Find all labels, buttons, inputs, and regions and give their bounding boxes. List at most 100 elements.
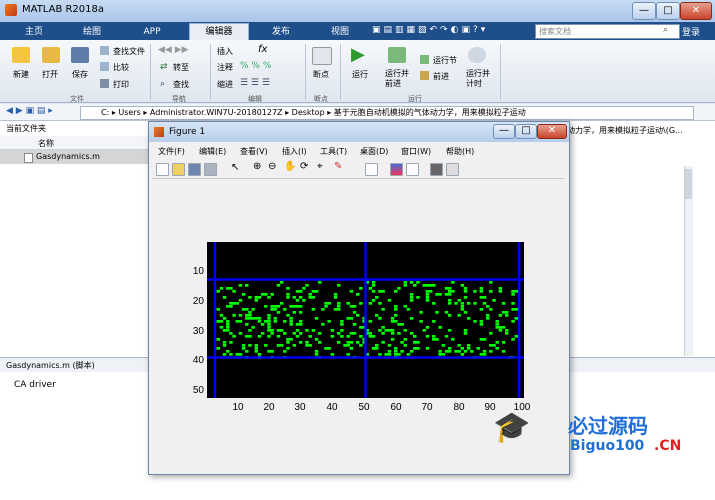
path-seg-users[interactable]: Users bbox=[118, 108, 140, 117]
particle-cell bbox=[504, 329, 509, 332]
figure-minimize-button[interactable]: — bbox=[493, 124, 515, 139]
particle-cell bbox=[302, 287, 306, 290]
nav-back-forward-icon[interactable]: ◀ ▶ ▣ ▤ ▸ bbox=[6, 106, 53, 116]
data-cursor-icon[interactable]: ⌖ bbox=[317, 161, 323, 172]
particle-cell bbox=[216, 320, 220, 323]
legend-icon[interactable] bbox=[406, 163, 419, 176]
search-icon[interactable]: ⌕ bbox=[663, 25, 668, 35]
scrollbar-thumb[interactable] bbox=[685, 169, 692, 199]
path-seg-drive[interactable]: C: bbox=[101, 108, 109, 117]
path-seg-desktop[interactable]: Desktop bbox=[292, 108, 325, 117]
breakpoints-button[interactable]: 断点 bbox=[313, 69, 329, 80]
menu-edit[interactable]: 编辑(E) bbox=[199, 146, 226, 157]
save-button[interactable]: 保存 bbox=[72, 69, 88, 80]
comment-button[interactable]: 注释 bbox=[217, 62, 233, 73]
compare-button[interactable]: 比较 bbox=[113, 62, 129, 73]
run-advance-icon[interactable] bbox=[388, 47, 406, 63]
hide-plot-tools-icon[interactable] bbox=[430, 163, 443, 176]
new-icon[interactable] bbox=[12, 47, 30, 63]
particle-cell bbox=[267, 350, 271, 353]
advance-button[interactable]: 前进 bbox=[433, 71, 449, 82]
file-name[interactable]: Gasdynamics.m bbox=[36, 152, 100, 161]
find-button[interactable]: 查找 bbox=[173, 79, 189, 90]
particle-cell bbox=[257, 317, 262, 320]
menu-help[interactable]: 帮助(H) bbox=[446, 146, 474, 157]
rotate-icon[interactable]: ⟳ bbox=[300, 161, 308, 172]
figure-close-button[interactable]: ✕ bbox=[537, 124, 567, 139]
name-column-header[interactable]: 名称 bbox=[38, 138, 54, 149]
figure-maximize-button[interactable]: □ bbox=[515, 124, 537, 139]
open-folder-icon[interactable] bbox=[42, 47, 60, 63]
pan-icon[interactable]: ✋ bbox=[284, 161, 296, 172]
menu-window[interactable]: 窗口(W) bbox=[401, 146, 431, 157]
minimize-button[interactable]: — bbox=[632, 2, 656, 20]
particle-cell bbox=[298, 311, 303, 314]
menu-insert[interactable]: 插入(I) bbox=[282, 146, 307, 157]
show-plot-tools-icon[interactable] bbox=[446, 163, 459, 176]
indent-button[interactable]: 缩进 bbox=[217, 79, 233, 90]
indent-icons[interactable]: ☰ ☰ ☰ bbox=[240, 78, 270, 88]
nav-arrows-icon[interactable]: ◀◀ ▶▶ bbox=[158, 45, 189, 55]
login-link[interactable]: 登录 bbox=[682, 25, 700, 38]
close-button[interactable]: ✕ bbox=[680, 2, 712, 20]
save-figure-icon[interactable] bbox=[188, 163, 201, 176]
tab-editor[interactable]: 编辑器 bbox=[189, 23, 249, 41]
pointer-icon[interactable]: ↖ bbox=[231, 162, 239, 173]
comment-icons[interactable]: % % % bbox=[240, 61, 271, 71]
particle-cell bbox=[482, 350, 487, 353]
run-button[interactable]: 运行 bbox=[352, 69, 368, 80]
open-button[interactable]: 打开 bbox=[42, 69, 58, 80]
particle-cell bbox=[403, 338, 408, 341]
particle-cell bbox=[229, 332, 233, 335]
goto-button[interactable]: 转至 bbox=[173, 62, 189, 73]
vertical-wall bbox=[518, 242, 521, 398]
tab-view[interactable]: 视图 bbox=[318, 24, 362, 40]
path-box[interactable]: C: ▸ Users ▸ Administrator.WIN7U-2018012… bbox=[80, 106, 694, 120]
particle-cell bbox=[270, 293, 274, 296]
save-icon[interactable] bbox=[71, 47, 89, 63]
run-advance-button[interactable]: 运行并 前进 bbox=[385, 69, 413, 89]
tab-home[interactable]: 主页 bbox=[14, 24, 54, 40]
quick-access-toolbar[interactable]: ▣▤▥▦▧↶↷◐▣?▾ bbox=[372, 25, 488, 35]
maximize-button[interactable]: □ bbox=[656, 2, 680, 20]
path-seg-folder[interactable]: 基于元胞自动机模拟的气体动力学，用来模拟粒子运动 bbox=[334, 108, 526, 117]
find-files-button[interactable]: 查找文件 bbox=[113, 46, 145, 57]
particle-cell bbox=[292, 311, 297, 314]
tab-publish[interactable]: 发布 bbox=[258, 24, 304, 40]
menu-tools[interactable]: 工具(T) bbox=[320, 146, 347, 157]
tab-plots[interactable]: 绘图 bbox=[70, 24, 114, 40]
particle-cell bbox=[251, 308, 255, 311]
brush-icon[interactable]: ✎ bbox=[334, 161, 342, 172]
insert-button[interactable]: 插入 bbox=[217, 46, 233, 57]
run-time-button[interactable]: 运行并 计时 bbox=[466, 69, 494, 89]
menu-desktop[interactable]: 桌面(D) bbox=[360, 146, 388, 157]
file-row[interactable]: Gasdynamics.m bbox=[0, 150, 150, 164]
particle-cell bbox=[346, 317, 350, 320]
menu-file[interactable]: 文件(F) bbox=[158, 146, 185, 157]
open-file-icon[interactable] bbox=[172, 163, 185, 176]
path-seg-admin[interactable]: Administrator.WIN7U-20180127Z bbox=[150, 108, 283, 117]
zoom-in-icon[interactable]: ⊕ bbox=[253, 161, 261, 172]
menu-view[interactable]: 查看(V) bbox=[240, 146, 268, 157]
particle-cell bbox=[226, 350, 230, 353]
search-input[interactable]: 搜索文档 bbox=[535, 24, 680, 39]
particle-cell bbox=[222, 353, 227, 356]
lattice-gas-plot[interactable] bbox=[207, 242, 524, 398]
print-figure-icon[interactable] bbox=[204, 163, 217, 176]
run-section-button[interactable]: 运行节 bbox=[433, 55, 457, 66]
particle-cell bbox=[352, 305, 357, 308]
breakpoints-icon[interactable] bbox=[312, 47, 332, 65]
run-time-icon[interactable] bbox=[468, 47, 486, 63]
zoom-out-icon[interactable]: ⊖ bbox=[268, 161, 276, 172]
particle-cell bbox=[368, 302, 373, 305]
particle-cell bbox=[359, 302, 363, 305]
colorbar-icon[interactable] bbox=[390, 163, 403, 176]
new-button[interactable]: 新建 bbox=[13, 69, 29, 80]
tab-apps[interactable]: APP bbox=[130, 24, 174, 40]
print-button[interactable]: 打印 bbox=[113, 79, 129, 90]
new-figure-icon[interactable] bbox=[156, 163, 169, 176]
fx-button[interactable]: fx bbox=[258, 44, 267, 55]
link-plot-icon[interactable] bbox=[365, 163, 378, 176]
run-icon[interactable]: ▶ bbox=[351, 44, 365, 65]
figure-title: Figure 1 bbox=[169, 127, 206, 137]
